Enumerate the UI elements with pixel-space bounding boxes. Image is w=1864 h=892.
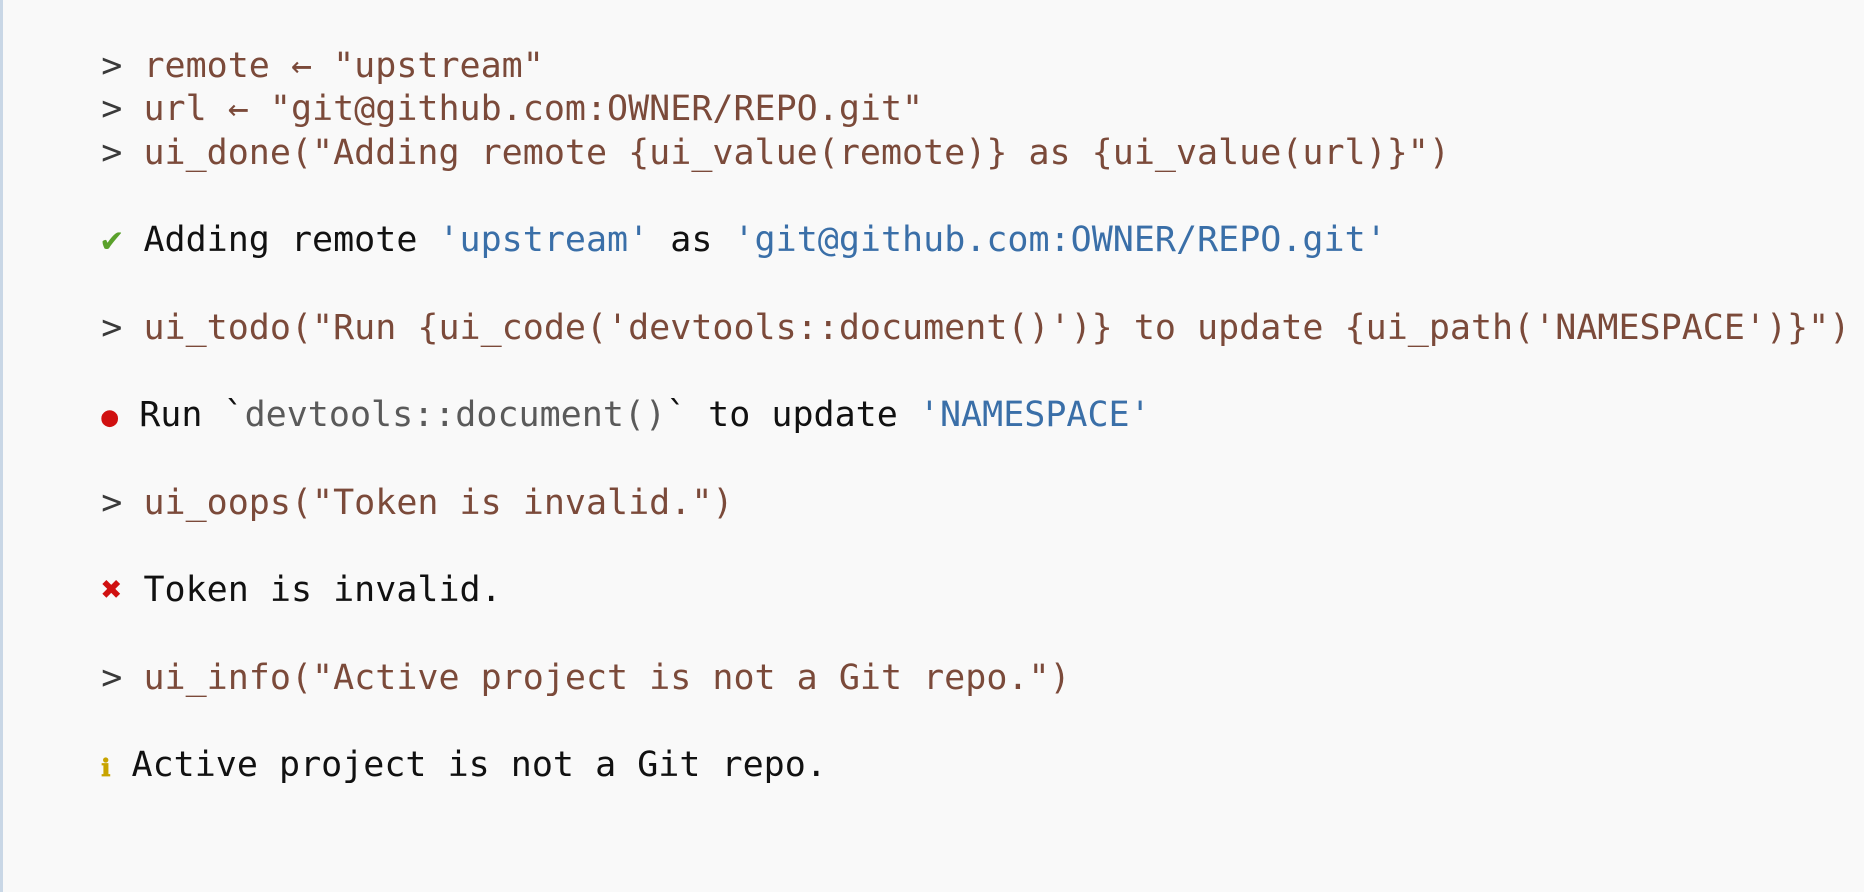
prompt-symbol: > xyxy=(101,133,123,173)
done-text-a: Adding remote xyxy=(143,220,439,260)
info-text: Active project is not a Git repo. xyxy=(131,745,827,785)
command-text: ui_info("Active project is not a Git rep… xyxy=(143,658,1071,698)
cross-icon: ✖ xyxy=(101,570,123,610)
done-text-b: as xyxy=(649,220,734,260)
prompt-symbol: > xyxy=(101,308,123,348)
console-input-line-1: > remote ← "upstream" xyxy=(17,0,544,86)
remote-value: 'upstream' xyxy=(438,220,650,260)
done-message: ✔ Adding remote 'upstream' as 'git@githu… xyxy=(17,174,1386,260)
command-text: ui_oops("Token is invalid.") xyxy=(143,483,734,523)
command-text: ui_done("Adding remote {ui_value(remote)… xyxy=(143,133,1450,173)
console-input-line-4: > ui_todo("Run {ui_code('devtools::docum… xyxy=(17,262,1850,348)
r-console-output: > remote ← "upstream" > url ← "git@githu… xyxy=(0,0,1864,892)
todo-message: ● Run `devtools::document()` to update '… xyxy=(17,349,1150,435)
oops-text: Token is invalid. xyxy=(143,570,502,610)
path-value: 'NAMESPACE' xyxy=(918,395,1151,435)
code-value: devtools::document() xyxy=(244,395,667,435)
todo-text-b: ` to update xyxy=(666,395,919,435)
bullet-icon: ● xyxy=(101,400,119,433)
console-input-line-5: > ui_oops("Token is invalid.") xyxy=(17,437,733,523)
console-input-line-3: > ui_done("Adding remote {ui_value(remot… xyxy=(17,87,1450,173)
todo-text-a: Run ` xyxy=(139,395,245,435)
console-input-line-6: > ui_info("Active project is not a Git r… xyxy=(17,612,1070,698)
oops-message: ✖ Token is invalid. xyxy=(17,524,501,610)
info-message: ℹ Active project is not a Git repo. xyxy=(17,699,827,785)
console-input-line-2: > url ← "git@github.com:OWNER/REPO.git" xyxy=(17,43,923,129)
command-text: ui_todo("Run {ui_code('devtools::documen… xyxy=(143,308,1851,348)
prompt-symbol: > xyxy=(101,483,123,523)
prompt-symbol: > xyxy=(101,658,123,698)
url-value: 'git@github.com:OWNER/REPO.git' xyxy=(733,220,1387,260)
check-icon: ✔ xyxy=(101,220,123,260)
info-icon: ℹ xyxy=(101,754,111,782)
